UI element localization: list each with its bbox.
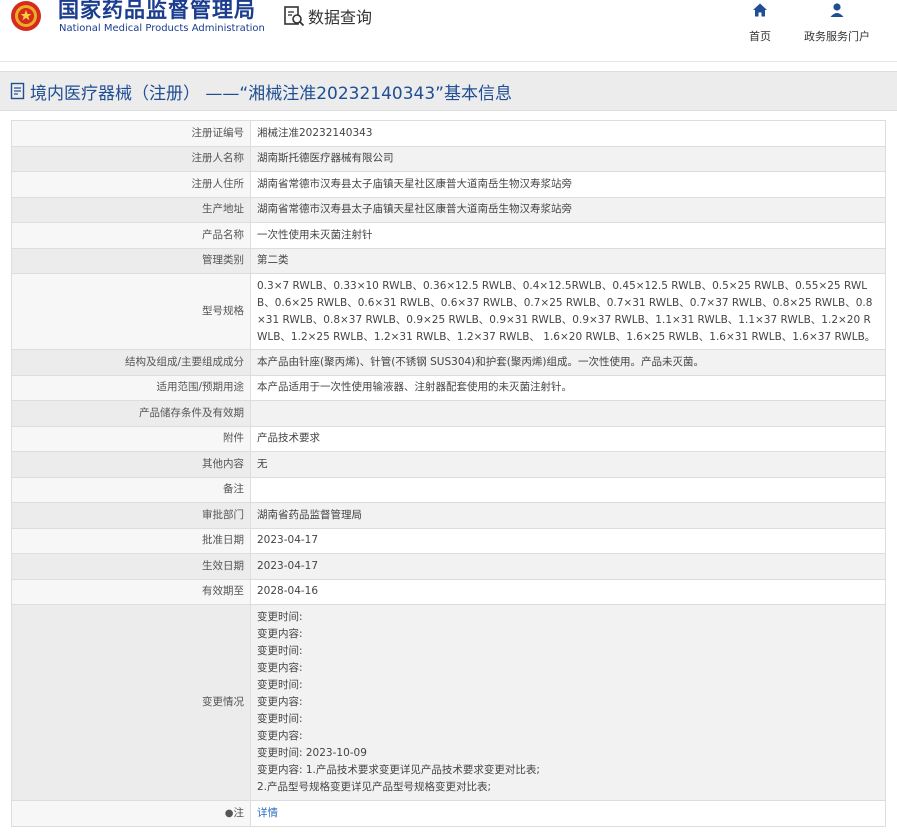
row-model: 型号规格 0.3×7 RWLB、0.33×10 RWLB、0.36×12.5 R… xyxy=(11,273,886,350)
label-remark: 备注 xyxy=(11,476,251,503)
change-line: 变更时间: xyxy=(257,713,303,725)
row-factory: 生产地址 湖南省常德市汉寿县太子庙镇天星社区康普大道南岳生物汉寿浆站旁 xyxy=(11,196,886,223)
value-note: 详情 xyxy=(250,800,886,827)
value-model: 0.3×7 RWLB、0.33×10 RWLB、0.36×12.5 RWLB、0… xyxy=(250,273,886,350)
row-storage: 产品储存条件及有效期 xyxy=(11,400,886,427)
label-structure: 结构及组成/主要组成成分 xyxy=(11,349,251,376)
change-line: 变更内容: xyxy=(257,628,303,640)
value-other: 无 xyxy=(250,451,886,478)
change-line: 变更时间: xyxy=(257,611,303,623)
agency-name-en: National Medical Products Administration xyxy=(59,23,265,34)
label-other: 其他内容 xyxy=(11,451,251,478)
page-title-bar: 境内医疗器械（注册） ——“湘械注准20232140343”基本信息 xyxy=(0,71,897,111)
document-icon xyxy=(10,82,25,100)
row-note: ●注 详情 xyxy=(11,800,886,827)
row-category: 管理类别 第二类 xyxy=(11,247,886,274)
agency-name-cn[interactable]: 国家药品监督管理局 xyxy=(58,0,256,24)
label-effective-date: 生效日期 xyxy=(11,553,251,580)
national-emblem-icon xyxy=(11,1,41,31)
row-approve-date: 批准日期 2023-04-17 xyxy=(11,527,886,554)
value-remark xyxy=(250,476,886,503)
value-usage: 本产品适用于一次性使用输液器、注射器配套使用的未灭菌注射针。 xyxy=(250,374,886,401)
label-changes: 变更情况 xyxy=(11,604,251,801)
change-line: 变更内容: 1.产品技术要求变更详见产品技术要求变更对比表; xyxy=(257,764,540,776)
label-approver: 审批部门 xyxy=(11,502,251,529)
row-structure: 结构及组成/主要组成成分 本产品由针座(聚丙烯)、针管(不锈钢 SUS304)和… xyxy=(11,349,886,376)
user-icon xyxy=(830,3,844,17)
change-line: 变更内容: xyxy=(257,730,303,742)
value-approver: 湖南省药品监督管理局 xyxy=(250,502,886,529)
change-line: 变更内容: xyxy=(257,662,303,674)
label-registrant: 注册人名称 xyxy=(11,145,251,172)
label-residence: 注册人住所 xyxy=(11,171,251,198)
value-residence: 湖南省常德市汉寿县太子庙镇天星社区康普大道南岳生物汉寿浆站旁 xyxy=(250,171,886,198)
site-header: 国家药品监督管理局 National Medical Products Admi… xyxy=(0,0,897,62)
device-info-table: 注册证编号 湘械注准20232140343 注册人名称 湖南斯托德医疗器械有限公… xyxy=(11,120,886,827)
change-line: 变更时间: xyxy=(257,645,303,657)
label-reg-no: 注册证编号 xyxy=(11,120,251,147)
row-residence: 注册人住所 湖南省常德市汉寿县太子庙镇天星社区康普大道南岳生物汉寿浆站旁 xyxy=(11,171,886,198)
value-effective-date: 2023-04-17 xyxy=(250,553,886,580)
data-query-label: 数据查询 xyxy=(308,8,373,27)
row-expire-date: 有效期至 2028-04-16 xyxy=(11,578,886,605)
row-attachment: 附件 产品技术要求 xyxy=(11,425,886,452)
row-usage: 适用范围/预期用途 本产品适用于一次性使用输液器、注射器配套使用的未灭菌注射针。 xyxy=(11,374,886,401)
label-note-text: 注 xyxy=(233,806,245,819)
label-product: 产品名称 xyxy=(11,222,251,249)
label-category: 管理类别 xyxy=(11,247,251,274)
value-attachment: 产品技术要求 xyxy=(250,425,886,452)
row-changes: 变更情况 变更时间: 变更内容: 变更时间: 变更内容: 变更时间: 变更内容:… xyxy=(11,604,886,801)
nav-portal-label: 政务服务门户 xyxy=(804,30,870,43)
row-effective-date: 生效日期 2023-04-17 xyxy=(11,553,886,580)
home-icon xyxy=(753,3,767,17)
change-line: 变更时间: 2023-10-09 xyxy=(257,747,367,759)
details-link[interactable]: 详情 xyxy=(257,807,278,819)
label-note: ●注 xyxy=(11,800,251,827)
value-expire-date: 2028-04-16 xyxy=(250,578,886,605)
row-registrant: 注册人名称 湖南斯托德医疗器械有限公司 xyxy=(11,145,886,172)
label-usage: 适用范围/预期用途 xyxy=(11,374,251,401)
page-title: 境内医疗器械（注册） ——“湘械注准20232140343”基本信息 xyxy=(30,83,512,104)
value-structure: 本产品由针座(聚丙烯)、针管(不锈钢 SUS304)和护套(聚丙烯)组成。一次性… xyxy=(250,349,886,376)
label-factory: 生产地址 xyxy=(11,196,251,223)
row-reg-no: 注册证编号 湘械注准20232140343 xyxy=(11,120,886,147)
label-storage: 产品储存条件及有效期 xyxy=(11,400,251,427)
value-product: 一次性使用未灭菌注射针 xyxy=(250,222,886,249)
value-changes: 变更时间: 变更内容: 变更时间: 变更内容: 变更时间: 变更内容: 变更时间… xyxy=(250,604,886,801)
label-model: 型号规格 xyxy=(11,273,251,350)
value-category: 第二类 xyxy=(250,247,886,274)
value-storage xyxy=(250,400,886,427)
data-query-link[interactable]: 数据查询 xyxy=(283,4,372,28)
row-product: 产品名称 一次性使用未灭菌注射针 xyxy=(11,222,886,249)
value-approve-date: 2023-04-17 xyxy=(250,527,886,554)
label-approve-date: 批准日期 xyxy=(11,527,251,554)
nav-home-label: 首页 xyxy=(749,30,771,43)
row-other: 其他内容 无 xyxy=(11,451,886,478)
search-icon xyxy=(284,6,305,27)
nav-home[interactable]: 首页 xyxy=(744,2,776,44)
change-line: 变更时间: xyxy=(257,679,303,691)
value-reg-no: 湘械注准20232140343 xyxy=(250,120,886,147)
change-line: 变更内容: xyxy=(257,696,303,708)
label-attachment: 附件 xyxy=(11,425,251,452)
row-approver: 审批部门 湖南省药品监督管理局 xyxy=(11,502,886,529)
row-remark: 备注 xyxy=(11,476,886,503)
value-registrant: 湖南斯托德医疗器械有限公司 xyxy=(250,145,886,172)
change-line: 2.产品型号规格变更详见产品型号规格变更对比表; xyxy=(257,781,492,793)
location-pin-icon: ● xyxy=(224,807,234,819)
value-factory: 湖南省常德市汉寿县太子庙镇天星社区康普大道南岳生物汉寿浆站旁 xyxy=(250,196,886,223)
label-expire-date: 有效期至 xyxy=(11,578,251,605)
nav-service-portal[interactable]: 政务服务门户 xyxy=(800,2,874,44)
